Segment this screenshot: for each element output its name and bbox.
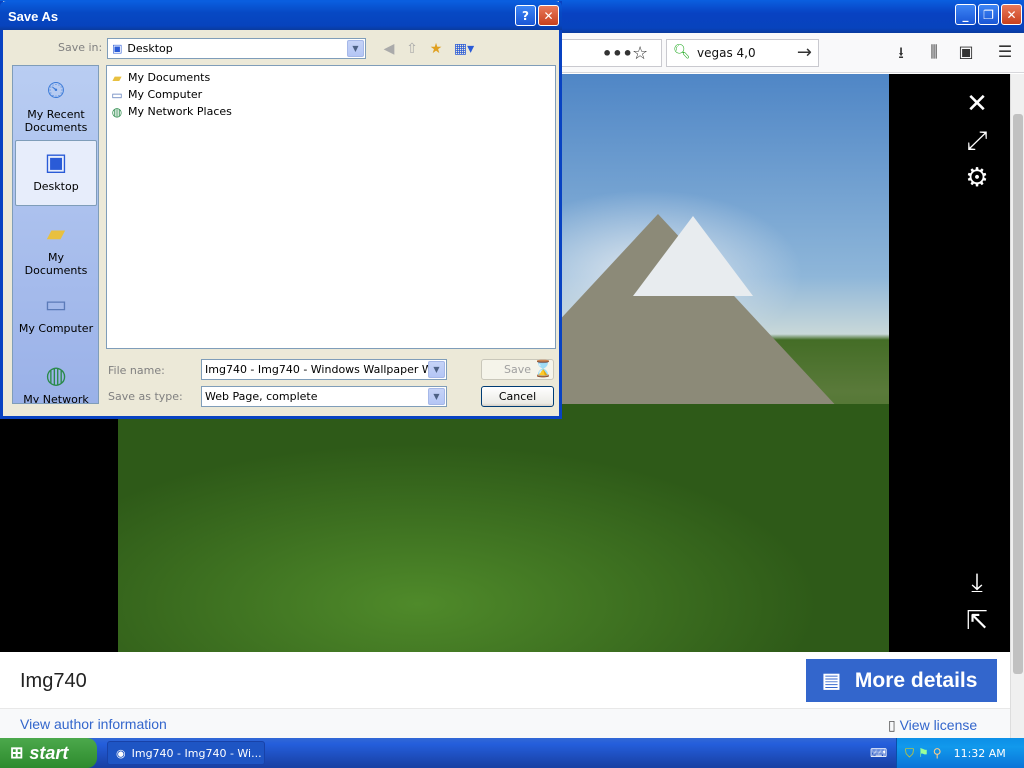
search-go-arrow-icon[interactable]: → bbox=[797, 42, 812, 63]
save-in-label: Save in: bbox=[58, 41, 103, 54]
save-as-type-label: Save as type: bbox=[108, 390, 183, 403]
mountain-snow-shape bbox=[633, 216, 753, 296]
save-in-value: Desktop bbox=[127, 42, 173, 55]
file-name: My Documents bbox=[128, 71, 211, 84]
bookmark-star-icon[interactable]: ☆ bbox=[632, 43, 648, 64]
back-arrow-icon[interactable]: ◀ bbox=[379, 39, 399, 59]
minimize-button[interactable]: _ bbox=[955, 4, 976, 25]
list-item[interactable]: ▰ My Documents bbox=[109, 69, 553, 86]
security-shield-icon[interactable]: ⛉ bbox=[905, 746, 914, 761]
search-query: vegas 4,0 bbox=[697, 46, 756, 60]
file-name: My Network Places bbox=[128, 105, 232, 118]
save-as-dialog: Save As ? ✕ Save in: ▣ Desktop ▼ ◀ ⇧ ★ ▦… bbox=[0, 1, 562, 419]
dialog-close-button[interactable]: ✕ bbox=[538, 5, 559, 26]
place-my-recent-documents[interactable]: ⏲ My Recent Documents bbox=[15, 69, 97, 135]
image-footer: View author information ▯ View license bbox=[0, 708, 1010, 738]
my-computer-icon: ▭ bbox=[44, 290, 68, 318]
downloads-icon[interactable]: ⭳ bbox=[890, 42, 912, 69]
chevron-down-icon[interactable]: ▼ bbox=[428, 388, 445, 405]
up-folder-icon[interactable]: ⇧ bbox=[402, 39, 422, 59]
place-my-documents[interactable]: ▰ My Documents bbox=[15, 212, 97, 278]
network-tray-icon[interactable]: ⚑ bbox=[918, 746, 929, 760]
taskbar: ⊞ start ◉ Img740 - Img740 - Wi... ⌨ ⛉ ⚑ … bbox=[0, 738, 1024, 768]
place-label: Desktop bbox=[33, 180, 79, 193]
save-in-dropdown[interactable]: ▣ Desktop ▼ bbox=[107, 38, 366, 59]
place-label: My Recent Documents bbox=[24, 108, 88, 134]
new-folder-icon[interactable]: ★ bbox=[426, 39, 446, 59]
place-my-network[interactable]: ◍ My Network bbox=[15, 354, 97, 404]
download-icon[interactable]: ⤓ bbox=[962, 568, 992, 598]
chevron-down-icon[interactable]: ▼ bbox=[428, 361, 445, 378]
image-title: Img740 bbox=[20, 670, 87, 692]
page-scrollbar[interactable] bbox=[1010, 74, 1024, 738]
license-icon: ▯ bbox=[888, 717, 900, 733]
library-icon[interactable]: ⫼ bbox=[923, 42, 945, 62]
windows-flag-icon: ⊞ bbox=[10, 745, 24, 762]
taskbar-item-browser[interactable]: ◉ Img740 - Img740 - Wi... bbox=[107, 741, 265, 765]
author-info-link[interactable]: View author information bbox=[20, 716, 167, 732]
views-menu-icon[interactable]: ▦▾ bbox=[452, 39, 476, 59]
taskbar-item-label: Img740 - Img740 - Wi... bbox=[131, 746, 262, 760]
scrollbar-thumb[interactable] bbox=[1013, 114, 1023, 674]
page-actions-icon[interactable]: ••• bbox=[602, 44, 633, 63]
dialog-titlebar[interactable]: Save As ? ✕ bbox=[0, 1, 562, 30]
file-name-label: File name: bbox=[108, 364, 165, 377]
recent-documents-icon: ⏲ bbox=[46, 76, 66, 104]
help-button[interactable]: ? bbox=[515, 5, 536, 26]
browser-window-controls: _ ❐ ✕ bbox=[955, 4, 1022, 25]
browser-app-icon: ◉ bbox=[116, 746, 126, 760]
desktop-icon: ▣ bbox=[44, 148, 68, 176]
dialog-title: Save As bbox=[8, 9, 59, 24]
close-button[interactable]: ✕ bbox=[1001, 4, 1022, 25]
network-icon: ◍ bbox=[111, 104, 123, 119]
places-bar: ⏲ My Recent Documents ▣ Desktop ▰ My Doc… bbox=[12, 65, 99, 404]
place-label: My Computer bbox=[18, 322, 94, 335]
document-icon: ▤ bbox=[822, 670, 841, 692]
license-link-label: View license bbox=[899, 717, 978, 733]
place-label: My Documents bbox=[24, 251, 88, 277]
keyboard-icon[interactable]: ⌨ bbox=[870, 746, 887, 760]
start-label: start bbox=[29, 742, 69, 763]
file-name-field[interactable]: Img740 - Img740 - Windows Wallpaper Wiki… bbox=[201, 359, 447, 380]
settings-gear-icon[interactable]: ⚙ bbox=[962, 163, 992, 193]
restore-button[interactable]: ❐ bbox=[978, 4, 999, 25]
list-item[interactable]: ◍ My Network Places bbox=[109, 103, 553, 120]
sidebar-icon[interactable]: ▣ bbox=[955, 42, 977, 61]
clock: 11:32 AM bbox=[953, 746, 1006, 760]
file-list[interactable]: ▰ My Documents ▭ My Computer ◍ My Networ… bbox=[106, 65, 556, 349]
list-item[interactable]: ▭ My Computer bbox=[109, 86, 553, 103]
cancel-button[interactable]: Cancel bbox=[481, 386, 554, 407]
search-tray-icon[interactable]: ⚲ bbox=[933, 746, 942, 760]
license-link[interactable]: ▯ View license bbox=[888, 717, 977, 734]
close-viewer-icon[interactable]: ✕ bbox=[962, 89, 992, 119]
valley-shape bbox=[118, 404, 889, 652]
save-as-type-value: Web Page, complete bbox=[205, 390, 318, 403]
computer-icon: ▭ bbox=[111, 87, 123, 102]
hourglass-cursor-icon: ⌛ bbox=[533, 359, 553, 378]
dialog-controls: ? ✕ bbox=[515, 5, 559, 26]
system-tray: ⛉ ⚑ ⚲ 11:32 AM bbox=[896, 738, 1024, 768]
save-as-type-dropdown[interactable]: Web Page, complete ▼ bbox=[201, 386, 447, 407]
place-my-computer[interactable]: ▭ My Computer bbox=[15, 283, 97, 349]
share-icon[interactable]: ⇱ bbox=[962, 606, 992, 636]
my-network-icon: ◍ bbox=[45, 361, 67, 389]
menu-icon[interactable]: ☰ bbox=[994, 42, 1016, 61]
chevron-down-icon[interactable]: ▼ bbox=[347, 40, 364, 57]
search-box[interactable]: 🔍︎ vegas 4,0 → bbox=[666, 39, 819, 67]
place-desktop[interactable]: ▣ Desktop bbox=[15, 140, 97, 206]
my-documents-icon: ▰ bbox=[46, 219, 66, 247]
more-details-button[interactable]: ▤ More details bbox=[806, 659, 997, 702]
desktop-small-icon: ▣ bbox=[112, 42, 123, 55]
search-icon: 🔍︎ bbox=[673, 44, 691, 60]
start-button[interactable]: ⊞ start bbox=[0, 738, 97, 768]
file-name-value: Img740 - Img740 - Windows Wallpaper Wiki bbox=[205, 363, 446, 376]
place-label: My Network bbox=[23, 393, 89, 404]
folder-icon: ▰ bbox=[112, 70, 122, 85]
image-details-bar: Img740 ▤ More details bbox=[0, 652, 1010, 708]
expand-icon[interactable]: ⤢ bbox=[962, 126, 992, 156]
more-details-label: More details bbox=[854, 668, 978, 692]
file-name: My Computer bbox=[128, 88, 203, 101]
url-bar[interactable]: ••• ☆ bbox=[562, 39, 662, 67]
